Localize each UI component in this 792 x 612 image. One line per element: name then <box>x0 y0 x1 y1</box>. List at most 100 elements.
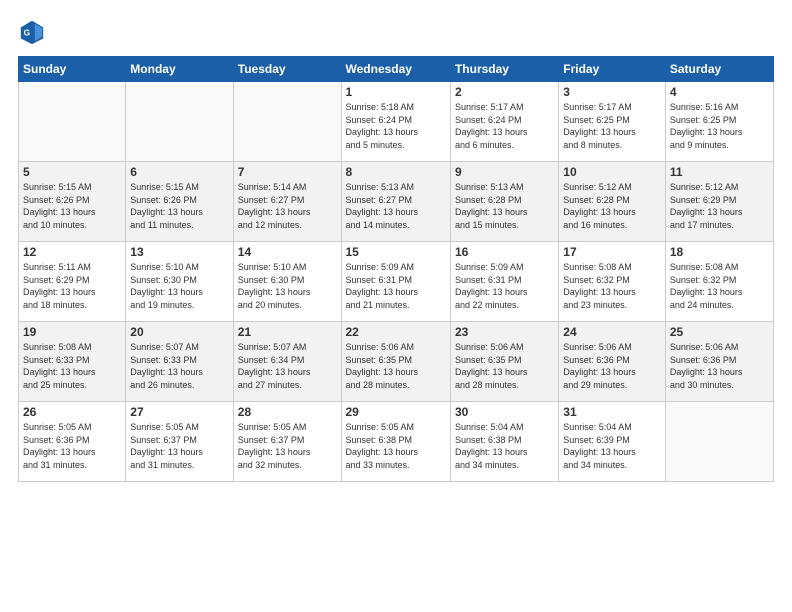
weekday-header: Thursday <box>450 57 558 82</box>
calendar-day-cell: 21 Sunrise: 5:07 AM Sunset: 6:34 PM Dayli… <box>233 322 341 402</box>
day-number: 23 <box>455 325 554 339</box>
day-detail: Sunrise: 5:09 AM Sunset: 6:31 PM Dayligh… <box>346 261 446 311</box>
day-number: 5 <box>23 165 121 179</box>
calendar-week-row: 1 Sunrise: 5:18 AM Sunset: 6:24 PM Daylig… <box>19 82 774 162</box>
calendar-day-cell: 24 Sunrise: 5:06 AM Sunset: 6:36 PM Dayli… <box>559 322 666 402</box>
day-detail: Sunrise: 5:14 AM Sunset: 6:27 PM Dayligh… <box>238 181 337 231</box>
day-detail: Sunrise: 5:06 AM Sunset: 6:36 PM Dayligh… <box>563 341 661 391</box>
day-number: 20 <box>130 325 228 339</box>
day-number: 19 <box>23 325 121 339</box>
svg-text:G: G <box>24 28 31 38</box>
day-number: 24 <box>563 325 661 339</box>
calendar-day-cell: 23 Sunrise: 5:06 AM Sunset: 6:35 PM Dayli… <box>450 322 558 402</box>
calendar-week-row: 12Sunrise: 5:11 AM Sunset: 6:29 PM Dayli… <box>19 242 774 322</box>
day-number: 4 <box>670 85 769 99</box>
logo-icon: G <box>18 18 46 46</box>
calendar-day-cell: 25 Sunrise: 5:06 AM Sunset: 6:36 PM Dayli… <box>665 322 773 402</box>
calendar-day-cell: 3 Sunrise: 5:17 AM Sunset: 6:25 PM Daylig… <box>559 82 666 162</box>
day-detail: Sunrise: 5:05 AM Sunset: 6:38 PM Dayligh… <box>346 421 446 471</box>
calendar-day-cell: 20 Sunrise: 5:07 AM Sunset: 6:33 PM Dayli… <box>126 322 233 402</box>
day-detail: Sunrise: 5:10 AM Sunset: 6:30 PM Dayligh… <box>130 261 228 311</box>
calendar-day-cell: 27 Sunrise: 5:05 AM Sunset: 6:37 PM Dayli… <box>126 402 233 482</box>
calendar-day-cell: 2 Sunrise: 5:17 AM Sunset: 6:24 PM Daylig… <box>450 82 558 162</box>
day-detail: Sunrise: 5:04 AM Sunset: 6:39 PM Dayligh… <box>563 421 661 471</box>
calendar-day-cell: 11 Sunrise: 5:12 AM Sunset: 6:29 PM Dayli… <box>665 162 773 242</box>
day-detail: Sunrise: 5:05 AM Sunset: 6:36 PM Dayligh… <box>23 421 121 471</box>
calendar-week-row: 19Sunrise: 5:08 AM Sunset: 6:33 PM Dayli… <box>19 322 774 402</box>
weekday-header: Monday <box>126 57 233 82</box>
day-number: 8 <box>346 165 446 179</box>
day-detail: Sunrise: 5:13 AM Sunset: 6:27 PM Dayligh… <box>346 181 446 231</box>
day-detail: Sunrise: 5:13 AM Sunset: 6:28 PM Dayligh… <box>455 181 554 231</box>
day-number: 27 <box>130 405 228 419</box>
day-detail: Sunrise: 5:17 AM Sunset: 6:24 PM Dayligh… <box>455 101 554 151</box>
day-detail: Sunrise: 5:06 AM Sunset: 6:36 PM Dayligh… <box>670 341 769 391</box>
calendar-day-cell <box>126 82 233 162</box>
calendar-day-cell: 14Sunrise: 5:10 AM Sunset: 6:30 PM Dayli… <box>233 242 341 322</box>
day-detail: Sunrise: 5:07 AM Sunset: 6:33 PM Dayligh… <box>130 341 228 391</box>
weekday-header: Friday <box>559 57 666 82</box>
day-number: 18 <box>670 245 769 259</box>
weekday-header-row: SundayMondayTuesdayWednesdayThursdayFrid… <box>19 57 774 82</box>
calendar-day-cell: 1 Sunrise: 5:18 AM Sunset: 6:24 PM Daylig… <box>341 82 450 162</box>
day-number: 7 <box>238 165 337 179</box>
day-number: 10 <box>563 165 661 179</box>
weekday-header: Wednesday <box>341 57 450 82</box>
calendar-day-cell <box>233 82 341 162</box>
calendar-week-row: 5 Sunrise: 5:15 AM Sunset: 6:26 PM Daylig… <box>19 162 774 242</box>
day-number: 22 <box>346 325 446 339</box>
day-detail: Sunrise: 5:09 AM Sunset: 6:31 PM Dayligh… <box>455 261 554 311</box>
calendar-day-cell: 5Sunrise: 5:15 AM Sunset: 6:26 PM Daylig… <box>19 162 126 242</box>
day-number: 13 <box>130 245 228 259</box>
day-number: 2 <box>455 85 554 99</box>
calendar-day-cell <box>665 402 773 482</box>
calendar-day-cell: 28 Sunrise: 5:05 AM Sunset: 6:37 PM Dayli… <box>233 402 341 482</box>
calendar-day-cell: 30 Sunrise: 5:04 AM Sunset: 6:38 PM Dayli… <box>450 402 558 482</box>
day-detail: Sunrise: 5:17 AM Sunset: 6:25 PM Dayligh… <box>563 101 661 151</box>
day-number: 6 <box>130 165 228 179</box>
day-number: 14 <box>238 245 337 259</box>
calendar-day-cell: 26 Sunrise: 5:05 AM Sunset: 6:36 PM Dayli… <box>19 402 126 482</box>
day-detail: Sunrise: 5:08 AM Sunset: 6:32 PM Dayligh… <box>670 261 769 311</box>
day-detail: Sunrise: 5:05 AM Sunset: 6:37 PM Dayligh… <box>238 421 337 471</box>
day-detail: Sunrise: 5:15 AM Sunset: 6:26 PM Dayligh… <box>130 181 228 231</box>
calendar-day-cell: 29Sunrise: 5:05 AM Sunset: 6:38 PM Dayli… <box>341 402 450 482</box>
day-detail: Sunrise: 5:12 AM Sunset: 6:29 PM Dayligh… <box>670 181 769 231</box>
day-number: 30 <box>455 405 554 419</box>
day-number: 9 <box>455 165 554 179</box>
day-detail: Sunrise: 5:04 AM Sunset: 6:38 PM Dayligh… <box>455 421 554 471</box>
weekday-header: Tuesday <box>233 57 341 82</box>
day-number: 15 <box>346 245 446 259</box>
day-number: 17 <box>563 245 661 259</box>
day-detail: Sunrise: 5:06 AM Sunset: 6:35 PM Dayligh… <box>455 341 554 391</box>
day-number: 28 <box>238 405 337 419</box>
header: G <box>18 18 774 46</box>
day-detail: Sunrise: 5:05 AM Sunset: 6:37 PM Dayligh… <box>130 421 228 471</box>
day-number: 16 <box>455 245 554 259</box>
day-number: 25 <box>670 325 769 339</box>
logo: G <box>18 18 50 46</box>
day-number: 11 <box>670 165 769 179</box>
day-number: 21 <box>238 325 337 339</box>
calendar-day-cell: 8 Sunrise: 5:13 AM Sunset: 6:27 PM Daylig… <box>341 162 450 242</box>
weekday-header: Saturday <box>665 57 773 82</box>
calendar-day-cell: 15 Sunrise: 5:09 AM Sunset: 6:31 PM Dayli… <box>341 242 450 322</box>
calendar-day-cell: 17 Sunrise: 5:08 AM Sunset: 6:32 PM Dayli… <box>559 242 666 322</box>
calendar-day-cell: 4Sunrise: 5:16 AM Sunset: 6:25 PM Daylig… <box>665 82 773 162</box>
calendar-day-cell: 22Sunrise: 5:06 AM Sunset: 6:35 PM Dayli… <box>341 322 450 402</box>
calendar-day-cell: 13 Sunrise: 5:10 AM Sunset: 6:30 PM Dayli… <box>126 242 233 322</box>
day-detail: Sunrise: 5:12 AM Sunset: 6:28 PM Dayligh… <box>563 181 661 231</box>
calendar-day-cell: 18 Sunrise: 5:08 AM Sunset: 6:32 PM Dayli… <box>665 242 773 322</box>
calendar-day-cell: 12Sunrise: 5:11 AM Sunset: 6:29 PM Dayli… <box>19 242 126 322</box>
day-number: 3 <box>563 85 661 99</box>
day-detail: Sunrise: 5:18 AM Sunset: 6:24 PM Dayligh… <box>346 101 446 151</box>
day-detail: Sunrise: 5:07 AM Sunset: 6:34 PM Dayligh… <box>238 341 337 391</box>
day-number: 26 <box>23 405 121 419</box>
calendar-day-cell: 16 Sunrise: 5:09 AM Sunset: 6:31 PM Dayli… <box>450 242 558 322</box>
calendar-week-row: 26 Sunrise: 5:05 AM Sunset: 6:36 PM Dayli… <box>19 402 774 482</box>
day-detail: Sunrise: 5:08 AM Sunset: 6:32 PM Dayligh… <box>563 261 661 311</box>
day-number: 12 <box>23 245 121 259</box>
calendar-table: SundayMondayTuesdayWednesdayThursdayFrid… <box>18 56 774 482</box>
calendar-day-cell: 6 Sunrise: 5:15 AM Sunset: 6:26 PM Daylig… <box>126 162 233 242</box>
day-number: 1 <box>346 85 446 99</box>
